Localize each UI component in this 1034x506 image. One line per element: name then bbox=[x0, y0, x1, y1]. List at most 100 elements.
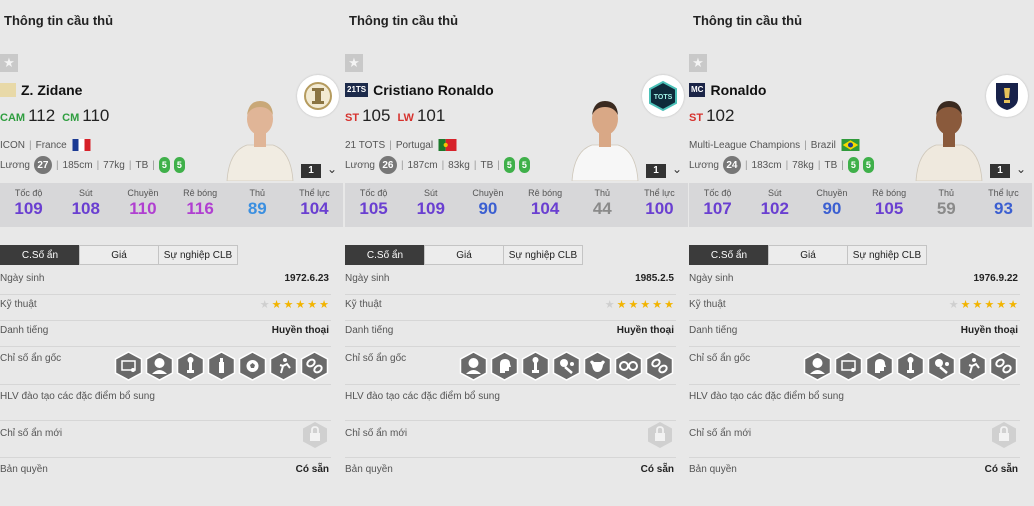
attribute-value: 59 bbox=[936, 199, 956, 218]
tab-club-career[interactable]: Sự nghiệp CLB bbox=[847, 245, 927, 265]
tab-hidden-stats[interactable]: C.Số ẩn bbox=[0, 245, 80, 265]
season-badge bbox=[0, 83, 16, 97]
player-name-row: 21TS Cristiano Ronaldo bbox=[345, 82, 494, 98]
reputation-row: Danh tiếng Huyền thoại bbox=[0, 325, 331, 347]
separator: | bbox=[804, 139, 807, 151]
chevron-down-icon[interactable]: ⌄ bbox=[325, 162, 339, 176]
ownership-label: Bản quyền bbox=[689, 464, 737, 475]
position-label: LW bbox=[397, 112, 414, 124]
bull-icon[interactable] bbox=[583, 351, 612, 386]
separator: | bbox=[817, 159, 821, 171]
player-physical: Lương 27 | 185cm | 77kg | TB | 5 5 bbox=[0, 156, 185, 174]
left-foot-badge: 5 bbox=[503, 157, 515, 173]
player-physical: Lương 24 | 183cm | 78kg | TB | 5 5 bbox=[689, 156, 874, 174]
player-meta: 21 TOTS | Portugal bbox=[345, 139, 458, 151]
attribute-value: 100 bbox=[645, 199, 674, 218]
player-meta: ICON | France bbox=[0, 139, 92, 151]
info-tabs: C.Số ẩn Giá Sự nghiệp CLB bbox=[689, 245, 927, 265]
tab-price[interactable]: Giá bbox=[79, 245, 159, 265]
nationality: France bbox=[35, 139, 67, 151]
shield-run-icon[interactable] bbox=[958, 351, 987, 386]
head-icon[interactable] bbox=[459, 351, 488, 386]
attribute-label: Thể lực bbox=[988, 188, 1019, 198]
tab-club-career[interactable]: Sự nghiệp CLB bbox=[503, 245, 583, 265]
upgrade-level-badge[interactable]: 1 bbox=[990, 164, 1010, 178]
attribute: Rê bóng 105 bbox=[861, 183, 918, 227]
birthday-row: Ngày sinh 1976.9.22 bbox=[689, 273, 1020, 295]
info-tabs: C.Số ẩn Giá Sự nghiệp CLB bbox=[0, 245, 238, 265]
position-rating: LW 101 bbox=[397, 106, 445, 126]
ownership-row: Bản quyền Có sẵn bbox=[0, 464, 331, 486]
head-icon[interactable] bbox=[803, 351, 832, 386]
chevron-down-icon[interactable]: ⌄ bbox=[1014, 162, 1028, 176]
trophy-icon[interactable] bbox=[176, 351, 205, 386]
birthday-label: Ngày sinh bbox=[689, 273, 734, 284]
right-foot-badge: 5 bbox=[173, 157, 185, 173]
upgrade-level-badge[interactable]: 1 bbox=[646, 164, 666, 178]
tab-price[interactable]: Giá bbox=[768, 245, 848, 265]
favorite-star-icon[interactable]: ★ bbox=[345, 54, 363, 72]
position-value: 101 bbox=[416, 106, 446, 125]
attribute-value: 93 bbox=[993, 199, 1013, 218]
chain-icon[interactable] bbox=[989, 351, 1018, 386]
ball-icon[interactable] bbox=[238, 351, 267, 386]
new-traits-label: Chỉ số ẩn mới bbox=[689, 428, 752, 439]
chevron-down-icon[interactable]: ⌄ bbox=[670, 162, 684, 176]
position-label: CM bbox=[62, 112, 80, 124]
tab-club-career[interactable]: Sự nghiệp CLB bbox=[158, 245, 238, 265]
upgrade-level-badge[interactable]: 1 bbox=[301, 164, 321, 178]
nationality: Brazil bbox=[810, 139, 836, 151]
traits-row: Chỉ số ẩn gốc bbox=[0, 351, 331, 385]
tab-price[interactable]: Giá bbox=[424, 245, 504, 265]
wage-badge: 27 bbox=[33, 156, 52, 174]
tab-hidden-stats[interactable]: C.Số ẩn bbox=[689, 245, 769, 265]
height: 187cm bbox=[407, 159, 438, 171]
head-profile-icon[interactable] bbox=[490, 351, 519, 386]
attribute: Sút 109 bbox=[402, 183, 459, 227]
player-name-row: Z. Zidane bbox=[0, 82, 82, 98]
position-rating: ST 102 bbox=[689, 106, 734, 126]
attribute-label: Sút bbox=[79, 188, 93, 198]
favorite-star-icon[interactable]: ★ bbox=[0, 54, 18, 72]
attribute: Tốc độ 109 bbox=[0, 183, 57, 227]
ball-kick-icon[interactable] bbox=[552, 351, 581, 386]
star-filled-icon: ★ bbox=[628, 299, 639, 311]
attribute-label: Rê bóng bbox=[183, 188, 218, 198]
goal-icon[interactable] bbox=[834, 351, 863, 386]
ball-kick-icon[interactable] bbox=[927, 351, 956, 386]
bottle-icon[interactable] bbox=[207, 351, 236, 386]
attribute-bar: Tốc độ 109 Sút 108 Chuyền 110 Rê bóng 116 Thủ 89 T… bbox=[0, 183, 343, 227]
chain-icon[interactable] bbox=[300, 351, 329, 386]
panel-title: Thông tin cầu thủ bbox=[349, 13, 459, 28]
position-ratings: ST 105 LW 101 bbox=[345, 106, 445, 126]
position-ratings: ST 102 bbox=[689, 106, 734, 126]
head-icon[interactable] bbox=[145, 351, 174, 386]
birthday-label: Ngày sinh bbox=[345, 273, 390, 284]
weight: 83kg bbox=[448, 159, 470, 171]
panel-title: Thông tin cầu thủ bbox=[693, 13, 803, 28]
attribute: Chuyền 90 bbox=[459, 183, 516, 227]
chain-dribble-icon[interactable] bbox=[614, 351, 643, 386]
body-type: TB bbox=[135, 159, 149, 171]
goal-icon[interactable] bbox=[114, 351, 143, 386]
attribute-label: Rê bóng bbox=[528, 188, 563, 198]
skill-label: Kỹ thuật bbox=[689, 299, 726, 310]
position-value: 112 bbox=[28, 106, 56, 125]
attribute-value: 109 bbox=[416, 199, 445, 218]
trophy-icon[interactable] bbox=[521, 351, 550, 386]
skill-row: Kỹ thuật ★ ★ ★ ★ ★ ★ bbox=[345, 299, 676, 321]
shield-run-icon[interactable] bbox=[269, 351, 298, 386]
attribute: Rê bóng 116 bbox=[172, 183, 229, 227]
attribute-value: 105 bbox=[874, 199, 904, 218]
head-profile-icon[interactable] bbox=[865, 351, 894, 386]
favorite-star-icon[interactable]: ★ bbox=[689, 54, 707, 72]
reputation-label: Danh tiếng bbox=[0, 325, 49, 336]
chain-icon[interactable] bbox=[645, 351, 674, 386]
tab-hidden-stats[interactable]: C.Số ẩn bbox=[345, 245, 425, 265]
attribute-bar: Tốc độ 107 Sút 102 Chuyền 90 Rê bóng 105 Thủ 59 Th… bbox=[689, 183, 1032, 227]
trophy-icon[interactable] bbox=[896, 351, 925, 386]
attribute-value: 110 bbox=[129, 199, 157, 218]
season-logo-icon bbox=[986, 75, 1028, 117]
star-empty-icon: ★ bbox=[604, 299, 615, 311]
flag-icon bbox=[437, 139, 458, 151]
